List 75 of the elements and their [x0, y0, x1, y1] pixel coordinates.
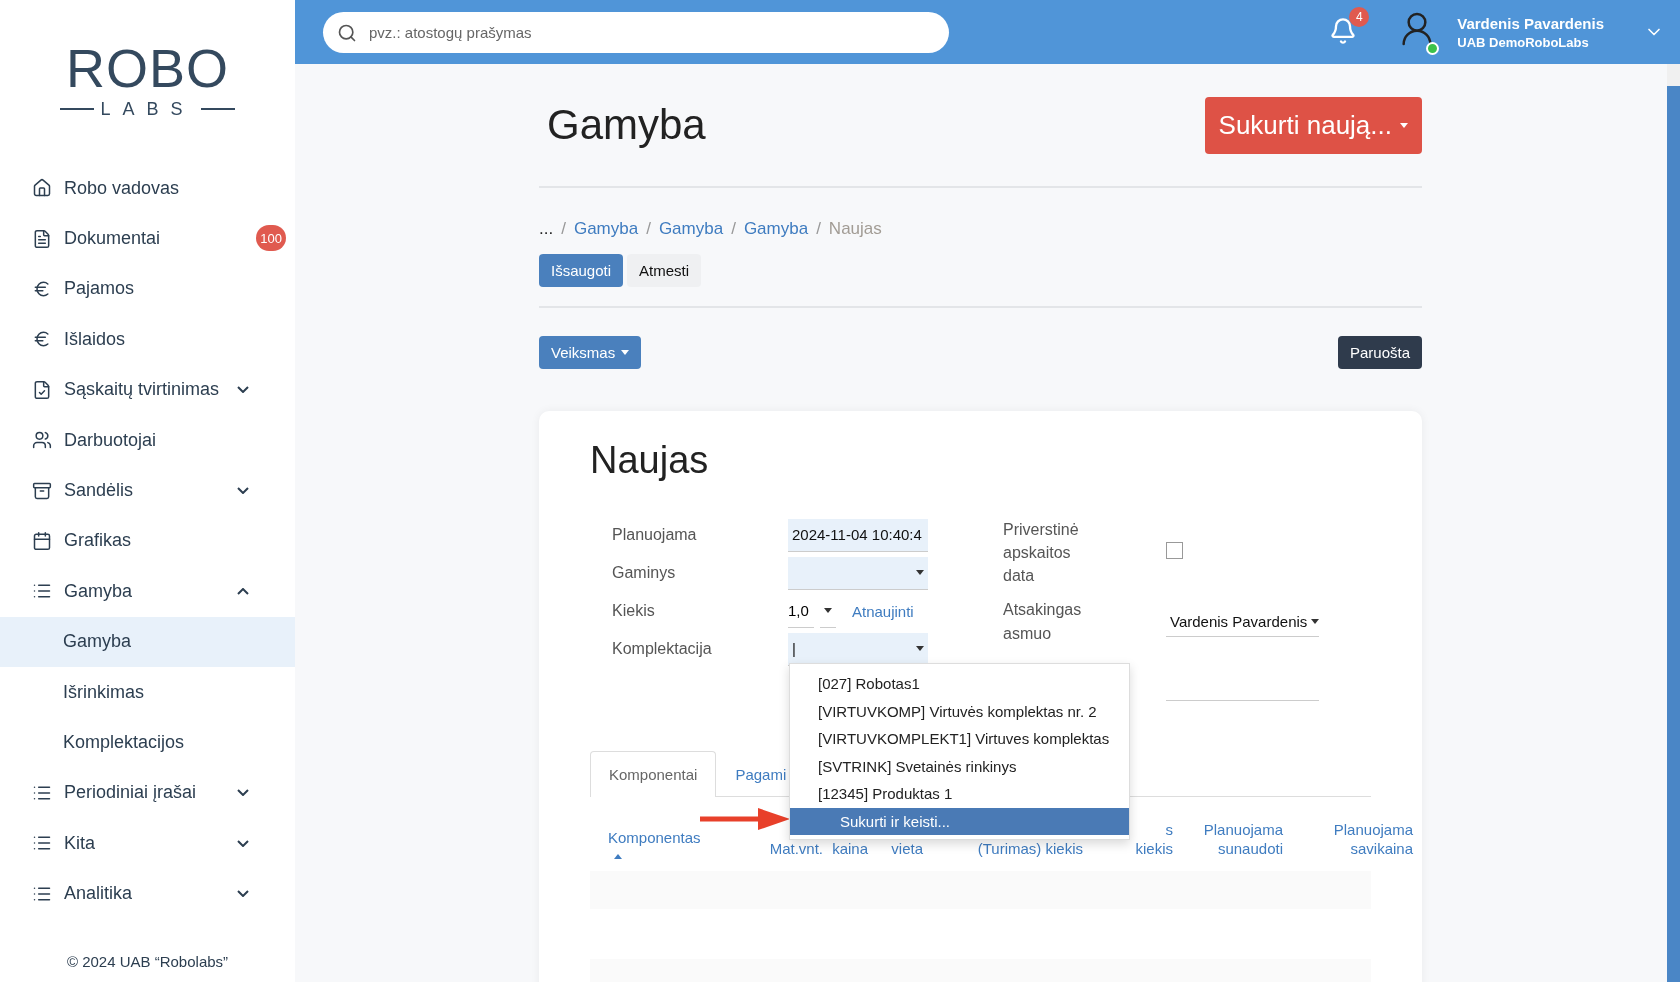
breadcrumb-separator: / [561, 219, 566, 239]
company-name: UAB DemoRoboLabs [1457, 34, 1590, 50]
date-field[interactable]: 2024-11-04 10:40:4 [788, 518, 928, 552]
user-name: Vardenis Pavardenis [1457, 14, 1604, 32]
search-icon [337, 22, 357, 43]
breadcrumb-text: ... [539, 219, 554, 239]
quantity-field[interactable]: 1,0 [788, 594, 814, 628]
column-header[interactable]: Planuojama sunaudoti [1203, 819, 1283, 859]
field-label: Komplektacija [612, 640, 713, 658]
select-field[interactable]: | [788, 632, 928, 666]
select-field[interactable] [788, 556, 928, 590]
sidebar-item[interactable]: Kita [0, 818, 295, 869]
column-header[interactable]: (Turimas) kiekis [977, 839, 1083, 859]
tab[interactable]: Komponentai [590, 750, 717, 797]
sidebar-subitem[interactable]: Gamyba [0, 616, 295, 667]
sidebar-item[interactable]: Dokumentai 100 [0, 213, 295, 264]
home-icon [32, 178, 52, 199]
column-header[interactable]: s kiekis [1135, 819, 1173, 859]
count-badge: 100 [256, 225, 286, 252]
users-icon [32, 430, 52, 451]
sidebar-item[interactable]: Darbuotojai [0, 414, 295, 466]
field-label: Gaminys [612, 564, 677, 582]
field-label: Kiekis [612, 602, 656, 620]
dropdown-option[interactable]: [VIRTUVKOMP] Virtuvės komplektas nr. 2 [790, 697, 1129, 725]
dropdown-option[interactable]: [SVTRINK] Svetainės rinkinys [790, 752, 1129, 780]
dropdown-option[interactable]: [12345] Produktas 1 [790, 780, 1129, 808]
notification-badge: 4 [1349, 7, 1370, 27]
dropdown-option[interactable]: Sukurti ir keisti... [790, 807, 1129, 835]
breadcrumb-link[interactable]: Gamyba [743, 219, 809, 239]
sidebar-item[interactable]: Pajamos [0, 263, 295, 315]
calendar-icon [32, 530, 52, 551]
field-label: Priverstinė apskaitos data [1003, 520, 1080, 587]
archive-icon [32, 480, 52, 501]
dropdown-option[interactable]: [VIRTUVKOMPLEKT1] Virtuves komplektas [790, 725, 1129, 753]
discard-button[interactable]: Atmesti [627, 254, 702, 287]
search-field[interactable]: pvz.: atostogų prašymas [323, 11, 949, 53]
sidebar-item[interactable]: Periodiniai įrašai [0, 767, 295, 819]
file-check-icon [32, 379, 52, 400]
column-header[interactable]: Komponentas [608, 828, 701, 848]
field-label: Atsakingas asmuo [1003, 600, 1083, 644]
sidebar-item[interactable]: Sandėlis [0, 465, 295, 516]
action-button[interactable]: Veiksmas [539, 336, 642, 369]
field-label: Planuojama [612, 526, 698, 544]
dropdown-option[interactable]: [027] Robotas1 [790, 670, 1129, 698]
scrollbar-thumb[interactable] [1667, 86, 1680, 982]
sidebar-item[interactable]: Analitika [0, 868, 295, 919]
sidebar-item[interactable]: Gamyba [0, 566, 295, 617]
copyright-text: © 2024 UAB “Robolabs” [65, 953, 230, 972]
sidebar-item[interactable]: Sąskaitų tvirtinimas [0, 364, 295, 415]
sidebar-subitem[interactable]: Išrinkimas [0, 666, 295, 718]
breadcrumb-separator: / [816, 219, 821, 239]
status-button[interactable]: Paruošta [1337, 336, 1422, 369]
checkbox[interactable] [1166, 542, 1183, 560]
breadcrumb-separator: / [646, 219, 651, 239]
refresh-link[interactable]: Atnaujinti [852, 602, 914, 620]
column-header[interactable]: kaina [832, 839, 868, 859]
logo: ROBO LABS [0, 0, 295, 150]
bell-icon[interactable] [1329, 17, 1358, 45]
column-header[interactable]: vieta [891, 839, 923, 859]
sidebar-subitem[interactable]: Komplektacijos [0, 717, 295, 768]
select-field[interactable]: Vardenis Pavardenis [1166, 606, 1319, 637]
sidebar-item[interactable]: Robo vadovas [0, 163, 295, 214]
save-button[interactable]: Išsaugoti [539, 254, 624, 287]
sidebar-item[interactable]: Grafikas [0, 515, 295, 567]
breadcrumb-text: Naujas [828, 219, 882, 239]
breadcrumb-link[interactable]: Gamyba [658, 219, 724, 239]
breadcrumb-separator: / [731, 219, 736, 239]
form-title: Naujas [590, 439, 710, 482]
breadcrumb-link[interactable]: Gamyba [573, 219, 639, 239]
page-title: Gamyba [547, 101, 706, 149]
column-header[interactable]: Mat.vnt. [769, 839, 823, 859]
document-icon [32, 228, 52, 249]
sidebar-item[interactable]: Išlaidos [0, 314, 295, 365]
column-header[interactable]: Planuojama savikaina [1333, 819, 1413, 859]
create-button[interactable]: Sukurti naują... [1204, 96, 1422, 154]
